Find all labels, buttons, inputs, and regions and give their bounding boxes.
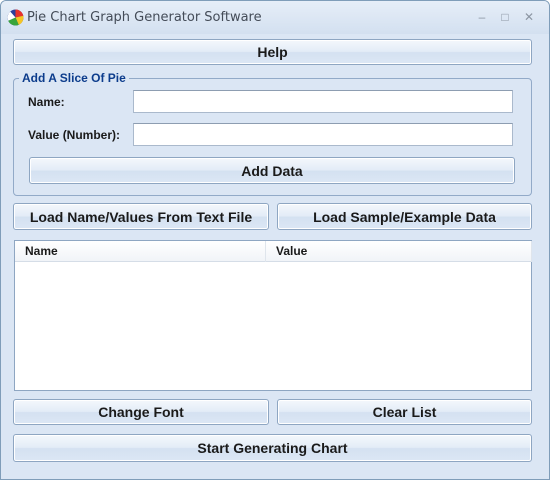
window-title: Pie Chart Graph Generator Software xyxy=(27,10,262,25)
value-label: Value (Number): xyxy=(28,128,121,142)
help-button-label: Help xyxy=(257,44,288,60)
load-file-button[interactable]: Load Name/Values From Text File xyxy=(13,203,269,230)
value-input[interactable] xyxy=(133,123,513,146)
close-button[interactable]: ✕ xyxy=(519,9,539,25)
start-generating-button-label: Start Generating Chart xyxy=(197,440,348,456)
start-generating-button[interactable]: Start Generating Chart xyxy=(13,434,532,462)
clear-list-button-label: Clear List xyxy=(372,404,437,420)
minimize-button[interactable]: – xyxy=(472,9,492,25)
change-font-button-label: Change Font xyxy=(98,404,184,420)
help-button[interactable]: Help xyxy=(13,39,532,65)
column-header-name[interactable]: Name xyxy=(15,241,266,262)
load-sample-button[interactable]: Load Sample/Example Data xyxy=(277,203,532,230)
clear-list-button[interactable]: Clear List xyxy=(277,399,532,425)
client-area: Help Add A Slice Of Pie Name: Value (Num… xyxy=(5,34,545,472)
data-list[interactable]: Name Value xyxy=(14,240,532,391)
title-bar[interactable]: Pie Chart Graph Generator Software – □ ✕ xyxy=(1,1,549,34)
add-data-button[interactable]: Add Data xyxy=(29,157,515,184)
maximize-button[interactable]: □ xyxy=(495,9,515,25)
app-window: Pie Chart Graph Generator Software – □ ✕… xyxy=(0,0,550,480)
load-sample-button-label: Load Sample/Example Data xyxy=(313,208,496,225)
name-label: Name: xyxy=(28,95,65,109)
column-header-value[interactable]: Value xyxy=(266,241,532,262)
list-header: Name Value xyxy=(15,241,532,262)
pie-chart-app-icon xyxy=(7,9,24,26)
change-font-button[interactable]: Change Font xyxy=(13,399,269,425)
add-data-button-label: Add Data xyxy=(241,162,303,179)
add-slice-legend: Add A Slice Of Pie xyxy=(19,71,129,85)
load-file-button-label: Load Name/Values From Text File xyxy=(29,208,253,225)
name-input[interactable] xyxy=(133,90,513,113)
